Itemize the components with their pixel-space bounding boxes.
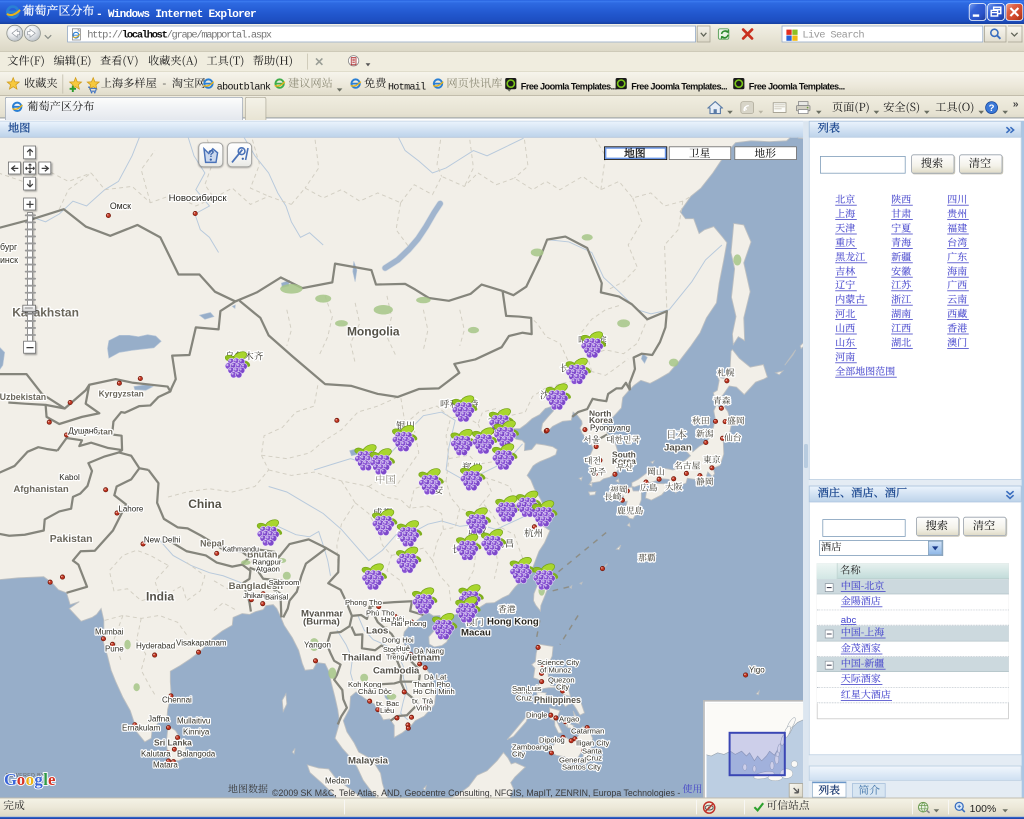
svg-text:Nepal: Nepal (200, 539, 224, 549)
svg-text:Pune: Pune (105, 644, 124, 653)
svg-text:Treng: Treng (386, 652, 405, 661)
svg-text:Mongolia: Mongolia (347, 324, 400, 338)
svg-text:Châu Dôc: Châu Dôc (358, 687, 392, 696)
svg-text:New Delhi: New Delhi (144, 535, 181, 544)
svg-text:Омск: Омск (110, 201, 131, 211)
svg-text:e: e (48, 770, 56, 789)
svg-text:China: China (188, 497, 222, 511)
svg-text:Душанб: Душанб (68, 426, 98, 435)
svg-text:Barisal: Barisal (265, 593, 289, 602)
svg-text:Catarman: Catarman (571, 727, 604, 736)
svg-text:Liêu: Liêu (380, 706, 394, 715)
svg-text:Pakistan: Pakistan (50, 534, 93, 545)
svg-text:San Luis: San Luis (512, 684, 542, 693)
svg-text:Atgaon: Atgaon (256, 565, 280, 574)
svg-text:Sri Lanka: Sri Lanka (154, 738, 192, 748)
svg-text:Ernakulam: Ernakulam (122, 723, 161, 732)
svg-text:Kalutara: Kalutara (141, 749, 171, 758)
svg-text:City: City (512, 750, 525, 759)
svg-text:Jaffna: Jaffna (148, 714, 170, 723)
svg-text:g: g (34, 770, 43, 789)
svg-text:G: G (4, 770, 17, 789)
svg-text:City: City (556, 683, 569, 692)
svg-text:Cruz: Cruz (586, 754, 602, 763)
svg-text:Afghanistan: Afghanistan (13, 484, 69, 495)
svg-text:Yangon: Yangon (304, 640, 331, 649)
svg-text:Pyongyang: Pyongyang (590, 423, 630, 432)
svg-text:Chennai: Chennai (162, 695, 192, 704)
svg-text:Kabol: Kabol (59, 473, 80, 482)
svg-text:Yigo: Yigo (749, 665, 765, 674)
svg-text:Kinniya: Kinniya (183, 727, 210, 736)
svg-text:Hai Phong: Hai Phong (391, 619, 426, 628)
svg-text:Vinh: Vinh (416, 704, 431, 713)
svg-text:Dingle: Dingle (526, 711, 548, 720)
svg-text:?: ? (989, 103, 995, 114)
svg-text:Philippines: Philippines (534, 695, 581, 705)
svg-text:бург: бург (0, 242, 17, 252)
svg-text:o: o (17, 770, 25, 789)
svg-text:Hyderabad: Hyderabad (136, 641, 175, 650)
svg-text:Lahore: Lahore (118, 504, 143, 513)
svg-text:Cambodia: Cambodia (373, 666, 420, 677)
svg-text:Visakapatnam: Visakapatnam (176, 638, 227, 647)
svg-text:Malaysia: Malaysia (348, 756, 389, 767)
svg-text:Cruz: Cruz (516, 694, 532, 703)
svg-text:Новосибирск: Новосибирск (169, 193, 228, 204)
svg-text:Huê: Huê (396, 644, 410, 653)
svg-text:Kathmandu: Kathmandu (222, 544, 259, 553)
svg-text:Dà Nang: Dà Nang (414, 647, 444, 656)
svg-text:Mullaitivu: Mullaitivu (177, 716, 210, 725)
svg-text:Uzbekistan: Uzbekistan (0, 392, 46, 402)
svg-text:Santos City: Santos City (562, 763, 601, 772)
svg-text:India: India (146, 590, 174, 604)
svg-text:of Munoz: of Munoz (540, 666, 571, 675)
svg-text:Kyrgyzstan: Kyrgyzstan (99, 388, 144, 398)
svg-text:Matara: Matara (153, 760, 178, 769)
svg-text:Thailand: Thailand (342, 653, 382, 664)
svg-text:?: ? (208, 149, 214, 160)
svg-text:Hong Kong: Hong Kong (487, 617, 539, 628)
svg-text:Macau: Macau (461, 628, 491, 639)
svg-text:Ho Chi Minh: Ho Chi Minh (413, 687, 455, 696)
svg-text:Japan: Japan (664, 443, 692, 454)
svg-text:Argao: Argao (559, 715, 579, 724)
svg-text:инск: инск (0, 255, 18, 265)
svg-text:(Burma): (Burma) (303, 617, 340, 628)
svg-text:Phong Tho: Phong Tho (345, 598, 382, 607)
svg-text:Sabroom: Sabroom (269, 578, 300, 587)
svg-text:Mumbai: Mumbai (95, 627, 124, 636)
svg-text:Balangoda: Balangoda (177, 749, 216, 758)
svg-text:o: o (26, 770, 34, 789)
